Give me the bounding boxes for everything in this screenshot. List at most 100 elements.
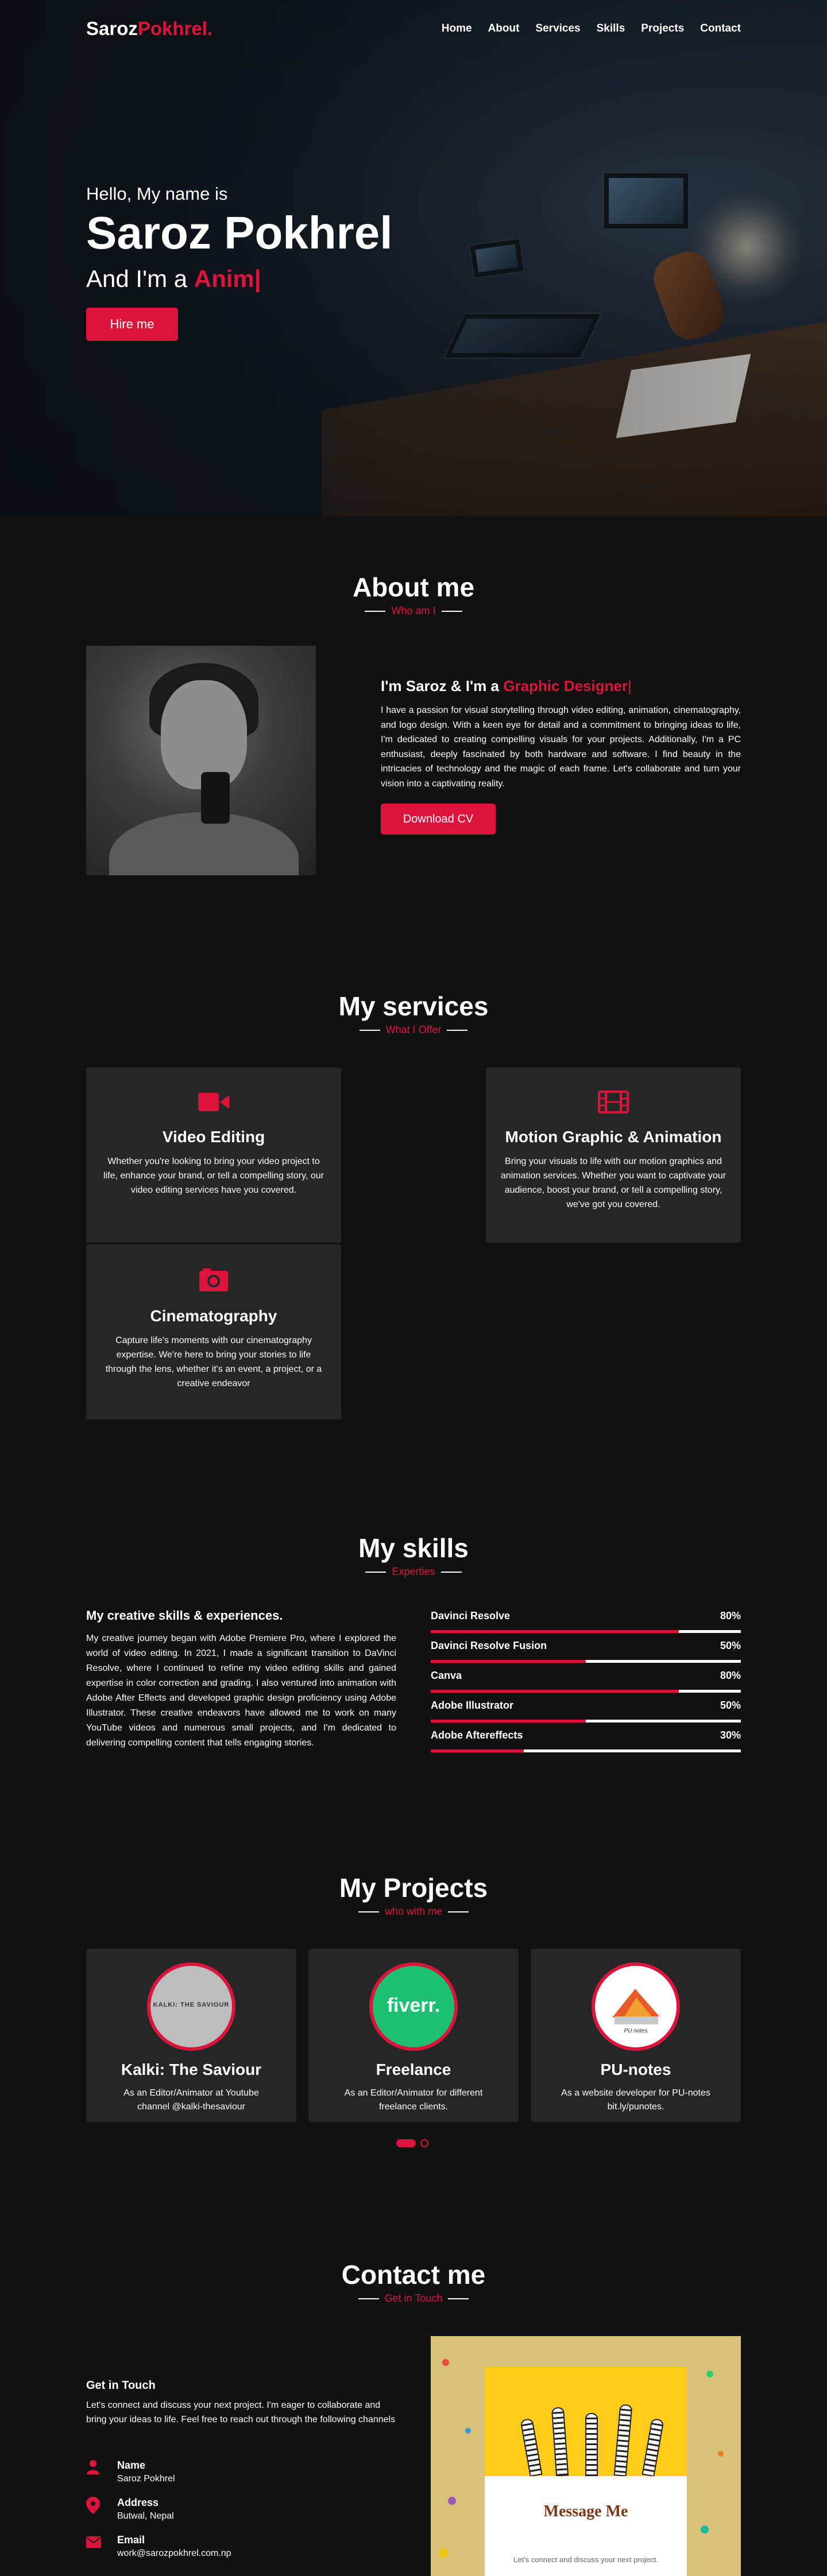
service-card-cinematography[interactable]: Cinematography Capture life's moments wi… (86, 1244, 341, 1419)
carousel-dot[interactable] (420, 2139, 428, 2147)
hero-role: And I'm a Anim| (86, 265, 393, 293)
skill-name: Davinci Resolve Fusion (431, 1640, 547, 1651)
info-value: Butwal, Nepal (117, 2511, 174, 2521)
service-card-video-editing[interactable]: Video Editing Whether you're looking to … (86, 1068, 341, 1243)
contact-subheading: Get in Touch (86, 2379, 156, 2392)
skill-percent: 80% (720, 1670, 741, 1681)
navbar: SarozPokhrel. Home About Services Skills… (0, 0, 827, 57)
skill-item: Adobe Aftereffects 30% (431, 1729, 741, 1752)
contact-text: Get in Touch Let's connect and discuss y… (86, 2379, 396, 2427)
site-logo[interactable]: SarozPokhrel. (86, 18, 212, 40)
project-title: Kalki: The Saviour (121, 2061, 262, 2078)
skill-bar (431, 1660, 741, 1663)
services-title: My services What I Offer (0, 991, 827, 1036)
hero-greeting: Hello, My name is (86, 184, 228, 204)
service-title: Video Editing (162, 1128, 265, 1146)
service-title: Motion Graphic & Animation (505, 1128, 722, 1146)
skills-description: My creative skills & experiences. My cre… (86, 1608, 396, 1751)
about-body: I have a passion for visual storytelling… (381, 705, 741, 789)
carousel-dot-active[interactable] (396, 2139, 416, 2147)
info-value: Saroz Pokhrel (117, 2474, 175, 2484)
info-value[interactable]: work@sarozpokhrel.com.np (117, 2548, 231, 2559)
nav-item-projects[interactable]: Projects (641, 22, 684, 35)
service-title: Cinematography (150, 1307, 277, 1325)
services-subtitle: What I Offer (0, 1024, 827, 1036)
skill-bar-fill (431, 1690, 679, 1693)
logo-first: Saroz (86, 18, 138, 39)
hero-section: Hello, My name is Saroz Pokhrel And I'm … (0, 0, 827, 517)
skills-subtitle: Experties (0, 1566, 827, 1578)
skill-percent: 30% (720, 1729, 741, 1741)
contact-subtitle: Get in Touch (0, 2292, 827, 2305)
skill-percent: 80% (720, 1610, 741, 1621)
kalki-logo: KALKI: THE SAVIOUR (147, 1962, 235, 2051)
service-card-motion-graphics[interactable]: Motion Graphic & Animation Bring your vi… (486, 1068, 741, 1243)
film-icon (598, 1091, 629, 1114)
hire-me-button[interactable]: Hire me (86, 308, 178, 341)
hero-text: Hello, My name is Saroz Pokhrel And I'm … (86, 184, 393, 341)
message-card: Message Me Let's connect and discuss you… (485, 2476, 687, 2576)
carousel-pagination (396, 2139, 428, 2147)
skill-bar (431, 1749, 741, 1752)
message-card-title: Message Me (543, 2503, 628, 2520)
skill-item: Adobe Illustrator 50% (431, 1700, 741, 1722)
nav-item-skills[interactable]: Skills (597, 22, 625, 35)
nav-item-services[interactable]: Services (535, 22, 580, 35)
skill-bar-fill (431, 1630, 679, 1633)
skill-item: Davinci Resolve Fusion 50% (431, 1640, 741, 1663)
service-text: Whether you're looking to bring your vid… (103, 1157, 324, 1195)
about-heading: About me (352, 572, 475, 602)
info-label: Name (117, 2459, 146, 2471)
skill-name: Adobe Illustrator (431, 1700, 514, 1711)
services-heading: My services (338, 991, 489, 1021)
about-text: I'm Saroz & I'm a Graphic Designer| I ha… (381, 677, 741, 835)
celebration-card (485, 2367, 687, 2477)
skill-bar-fill (431, 1660, 586, 1663)
projects-subtitle: who with me (0, 1906, 827, 1918)
skill-bar (431, 1690, 741, 1693)
skill-name: Adobe Aftereffects (431, 1729, 523, 1741)
contact-heading: Contact me (341, 2260, 486, 2290)
hero-role-typed: Anim| (194, 265, 261, 292)
nav-menu: Home About Services Skills Projects Cont… (442, 22, 741, 35)
project-text: As a website developer for PU-notes bit.… (561, 2088, 710, 2112)
skill-name: Davinci Resolve (431, 1610, 511, 1621)
project-card-freelance[interactable]: fiverr. Freelance As an Editor/Animator … (308, 1949, 519, 2122)
download-cv-button[interactable]: Download CV (381, 804, 496, 835)
pu-notes-logo: PU notes (592, 1962, 680, 2051)
projects-title: My Projects who with me (0, 1872, 827, 1918)
contact-info-email: Email work@sarozpokhrel.com.np (86, 2534, 373, 2559)
skill-percent: 50% (720, 1640, 741, 1651)
skill-bar (431, 1630, 741, 1633)
nav-item-home[interactable]: Home (442, 22, 472, 35)
info-label: Address (117, 2497, 159, 2508)
message-card-text: Let's connect and discuss your next proj… (513, 2555, 658, 2564)
skills-title: My skills Experties (0, 1533, 827, 1578)
project-title: Freelance (376, 2061, 451, 2078)
contact-body: Let's connect and discuss your next proj… (86, 2400, 396, 2424)
skill-item: Canva 80% (431, 1670, 741, 1693)
camera-icon (198, 1267, 229, 1291)
fiverr-logo: fiverr. (369, 1962, 458, 2051)
skill-bar (431, 1720, 741, 1722)
project-text: As an Editor/Animator at Youtube channel… (123, 2088, 259, 2112)
skills-heading: My skills (358, 1533, 469, 1563)
skill-name: Canva (431, 1670, 462, 1681)
project-card-pu-notes[interactable]: PU notes PU-notes As a website developer… (531, 1949, 741, 2122)
projects-heading: My Projects (339, 1873, 488, 1903)
about-role-typed: Graphic Designer (503, 677, 628, 695)
about-subtitle: Who am I (0, 605, 827, 617)
contact-title: Contact me Get in Touch (0, 2259, 827, 2305)
skill-item: Davinci Resolve 80% (431, 1610, 741, 1633)
logo-second: Pokhrel. (137, 18, 213, 39)
profile-photo (86, 646, 316, 875)
service-text: Bring your visuals to life with our moti… (500, 1157, 726, 1209)
project-title: PU-notes (600, 2061, 671, 2078)
nav-item-about[interactable]: About (488, 22, 520, 35)
envelope-icon (86, 2534, 101, 2550)
project-card-kalki[interactable]: KALKI: THE SAVIOUR Kalki: The Saviour As… (86, 1949, 296, 2122)
nav-item-contact[interactable]: Contact (700, 22, 741, 35)
skills-subheading: My creative skills & experiences. (86, 1608, 283, 1623)
info-label: Email (117, 2534, 145, 2546)
contact-info-name: Name Saroz Pokhrel (86, 2459, 373, 2484)
